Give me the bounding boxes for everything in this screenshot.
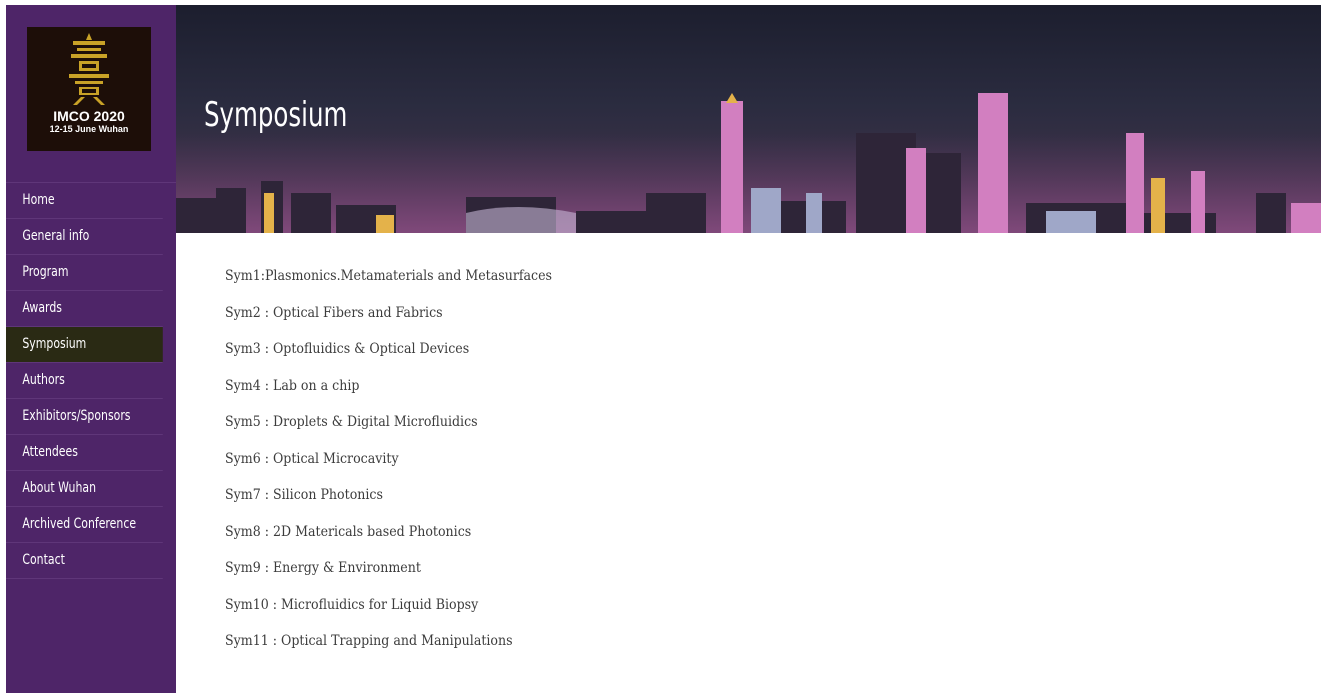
nav-item-awards[interactable]: Awards (6, 291, 163, 327)
nav-item-archived-conference[interactable]: Archived Conference (6, 507, 163, 543)
nav-item-authors[interactable]: Authors (6, 363, 163, 399)
nav-item-about-wuhan[interactable]: About Wuhan (6, 471, 163, 507)
symposium-item[interactable]: Sym2 : Optical Fibers and Fabrics (225, 295, 552, 332)
symposium-item[interactable]: Sym7 : Silicon Photonics (225, 477, 552, 514)
nav-item-program[interactable]: Program (6, 255, 163, 291)
nav-item-general-info[interactable]: General info (6, 219, 163, 255)
symposium-item[interactable]: Sym3 : Optofluidics & Optical Devices (225, 331, 552, 368)
logo-title: IMCO 2020 (53, 108, 125, 124)
header-banner: Symposium (176, 5, 1321, 233)
main-nav: Home General info Program Awards Symposi… (6, 182, 176, 579)
nav-item-exhibitors-sponsors[interactable]: Exhibitors/Sponsors (6, 399, 163, 435)
main-content: Sym1:Plasmonics.Metamaterials and Metasu… (225, 258, 588, 660)
symposium-item[interactable]: Sym9 : Energy & Environment (225, 550, 552, 587)
symposium-list: Sym1:Plasmonics.Metamaterials and Metasu… (225, 258, 588, 660)
symposium-item[interactable]: Sym11 : Optical Trapping and Manipulatio… (225, 623, 552, 660)
nav-item-attendees[interactable]: Attendees (6, 435, 163, 471)
symposium-item[interactable]: Sym6 : Optical Microcavity (225, 441, 552, 478)
nav-item-symposium[interactable]: Symposium (6, 327, 163, 363)
city-skyline-image (176, 93, 1321, 233)
nav-item-home[interactable]: Home (6, 183, 163, 219)
sidebar: IMCO 2020 12-15 June Wuhan Home General … (6, 5, 176, 693)
nav-item-contact[interactable]: Contact (6, 543, 163, 579)
symposium-item[interactable]: Sym1:Plasmonics.Metamaterials and Metasu… (225, 258, 552, 295)
symposium-item[interactable]: Sym10 : Microfluidics for Liquid Biopsy (225, 587, 552, 624)
conference-logo[interactable]: IMCO 2020 12-15 June Wuhan (27, 27, 151, 151)
symposium-item[interactable]: Sym4 : Lab on a chip (225, 368, 552, 405)
page-title: Symposium (204, 95, 348, 135)
symposium-item[interactable]: Sym5 : Droplets & Digital Microfluidics (225, 404, 552, 441)
logo-subtitle: 12-15 June Wuhan (49, 124, 129, 134)
emblem-icon (69, 33, 109, 105)
symposium-item[interactable]: Sym8 : 2D Matericals based Photonics (225, 514, 552, 551)
